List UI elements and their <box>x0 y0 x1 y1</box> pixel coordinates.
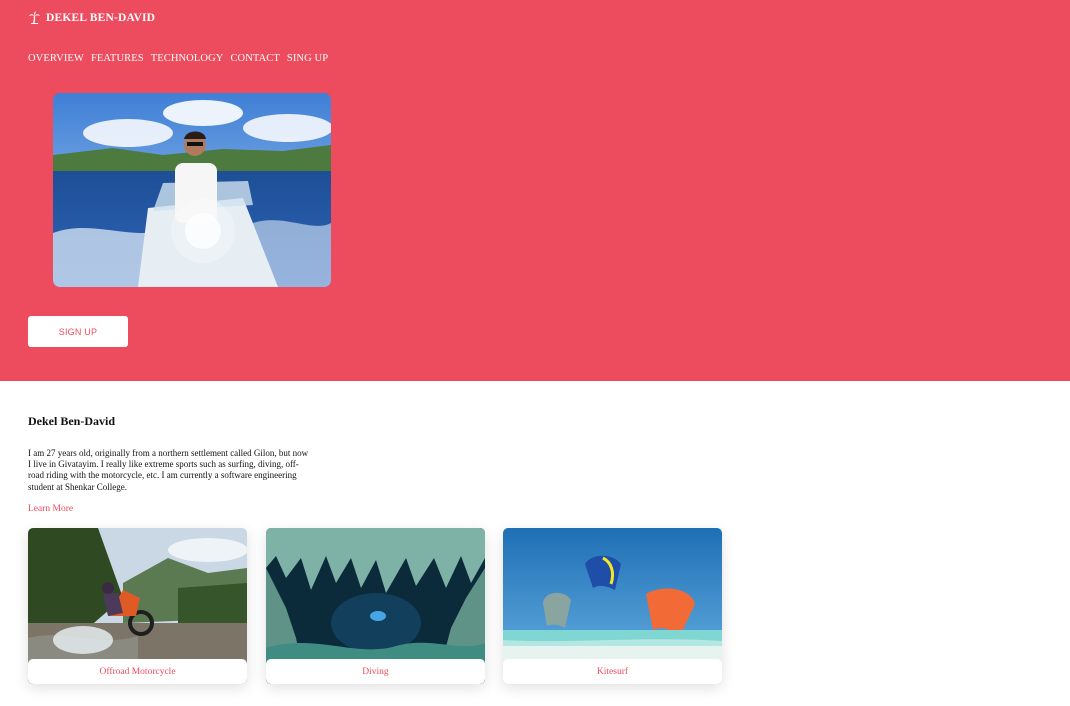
learn-more-link[interactable]: Learn More <box>28 504 73 514</box>
card-diving[interactable]: Diving <box>266 528 485 684</box>
hero-section: DEKEL BEN-DAVID OVERVIEW FEATURES TECHNO… <box>0 0 1070 381</box>
nav-item-contact[interactable]: CONTACT <box>230 53 279 64</box>
palm-tree-icon <box>28 11 41 24</box>
signup-button[interactable]: SIGN UP <box>28 316 128 347</box>
about-text: I am 27 years old, originally from a nor… <box>28 448 309 492</box>
about-title: Dekel Ben-David <box>28 414 115 428</box>
nav-item-overview[interactable]: OVERVIEW <box>28 53 84 64</box>
card-offroad-motorcycle[interactable]: Offroad Motorcycle <box>28 528 247 684</box>
card-kitesurf[interactable]: Kitesurf <box>503 528 722 684</box>
card-label: Diving <box>266 659 485 684</box>
brand[interactable]: DEKEL BEN-DAVID <box>28 11 155 24</box>
nav-item-technology[interactable]: TECHNOLOGY <box>151 53 224 64</box>
brand-name: DEKEL BEN-DAVID <box>46 11 156 24</box>
main-nav: OVERVIEW FEATURES TECHNOLOGY CONTACT SIN… <box>28 53 328 64</box>
hero-boat-photo <box>53 93 331 287</box>
nav-item-features[interactable]: FEATURES <box>91 53 144 64</box>
card-label: Kitesurf <box>503 659 722 684</box>
card-label: Offroad Motorcycle <box>28 659 247 684</box>
nav-item-sing-up[interactable]: SING UP <box>287 53 328 64</box>
